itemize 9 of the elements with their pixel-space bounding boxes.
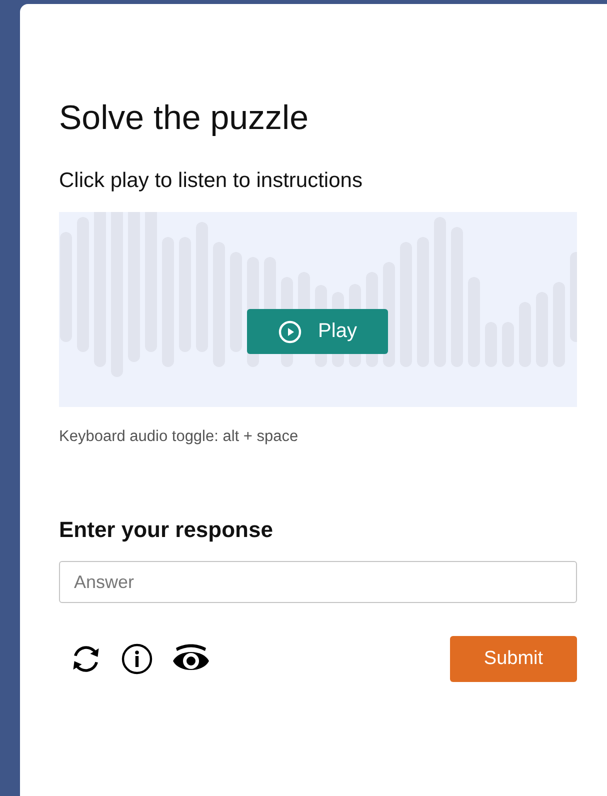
play-icon [278, 320, 302, 344]
answer-field[interactable]: Answer [59, 561, 577, 603]
dialog-title: Solve the puzzle [59, 98, 310, 138]
instructions-text: Click play to listen to instructions [59, 168, 364, 194]
response-heading: Enter your response [59, 517, 274, 543]
submit-button[interactable]: Submit [450, 636, 577, 682]
play-button[interactable]: Play [247, 309, 388, 354]
keyboard-hint: Keyboard audio toggle: alt + space [59, 428, 300, 446]
info-icon[interactable] [121, 643, 153, 675]
